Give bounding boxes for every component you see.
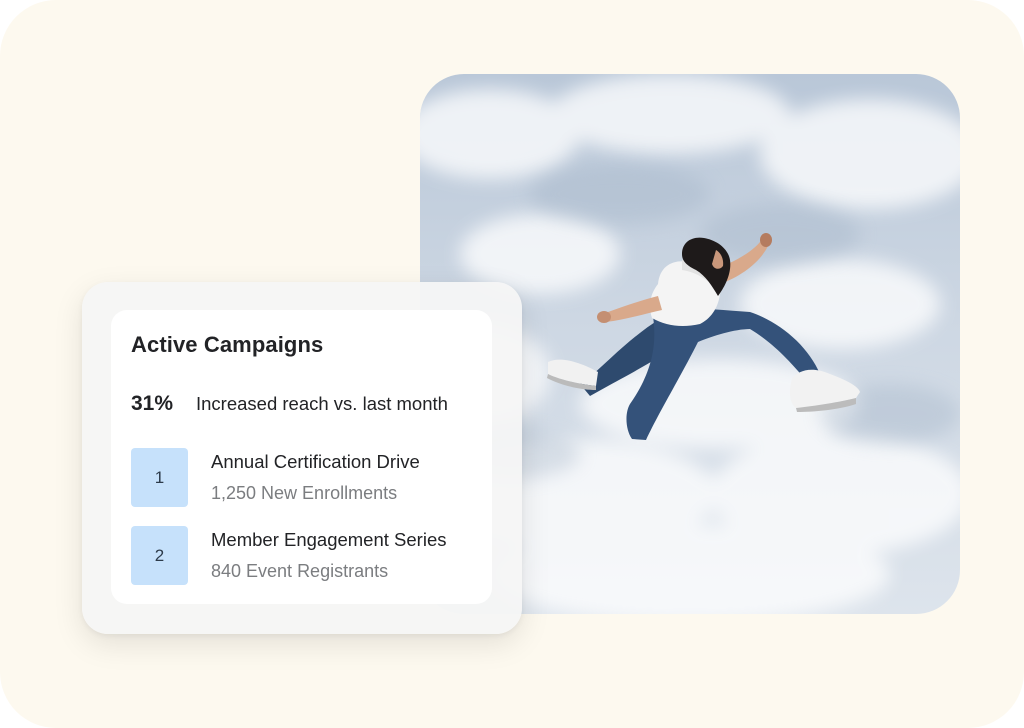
card-title: Active Campaigns — [131, 332, 324, 357]
campaigns-card: Active Campaigns 31% Increased reach vs.… — [82, 282, 522, 634]
campaign-detail: 1,250 New Enrollments — [211, 483, 398, 503]
campaign-rank-badge: 1 — [131, 448, 188, 507]
campaign-rank-badge: 2 — [131, 526, 188, 585]
campaign-item: 2 Member Engagement Series 840 Event Reg… — [131, 526, 481, 586]
hero-canvas: Active Campaigns 31% Increased reach vs.… — [0, 0, 1024, 728]
campaign-name: Member Engagement Series — [211, 529, 447, 550]
metric-label: Increased reach vs. last month — [196, 393, 448, 414]
reach-metric: 31% Increased reach vs. last month — [131, 390, 448, 418]
campaign-item: 1 Annual Certification Drive 1,250 New E… — [131, 448, 481, 508]
metric-value: 31% — [131, 392, 174, 415]
campaign-name: Annual Certification Drive — [211, 451, 420, 472]
campaigns-card-panel: Active Campaigns 31% Increased reach vs.… — [111, 310, 492, 604]
campaign-detail: 840 Event Registrants — [211, 561, 389, 581]
